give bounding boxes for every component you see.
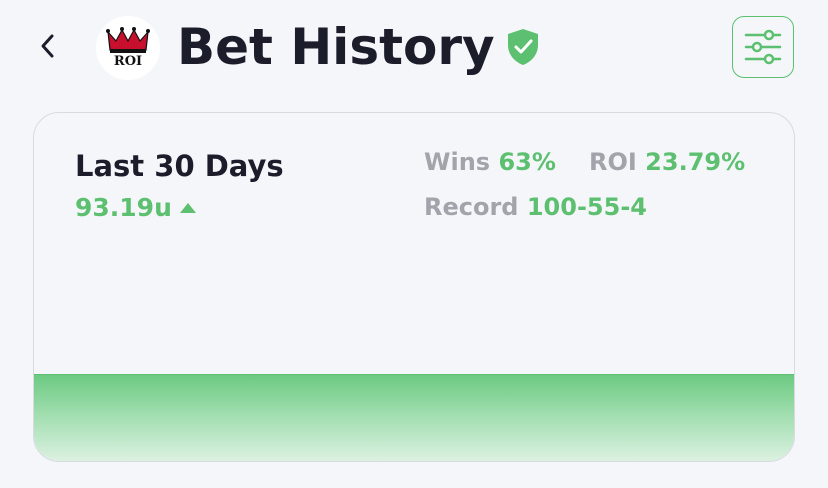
- roi-label: ROI: [589, 148, 637, 176]
- period-label: Last 30 Days: [75, 149, 284, 183]
- roi-stat: ROI 23.79%: [589, 148, 745, 176]
- wins-value: 63%: [498, 148, 556, 176]
- shield-check-icon: [504, 27, 542, 67]
- chevron-left-icon: [41, 34, 54, 58]
- svg-text:ROI: ROI: [114, 54, 142, 69]
- units-area-chart: [34, 374, 794, 461]
- wins-stat: Wins 63%: [424, 148, 556, 176]
- roi-value: 23.79%: [645, 148, 746, 176]
- wins-label: Wins: [424, 148, 491, 176]
- filter-button[interactable]: [732, 16, 794, 78]
- roi-logo: ROI: [96, 16, 160, 80]
- record-value: 100-55-4: [526, 193, 647, 221]
- trend-up-icon: [179, 202, 196, 213]
- summary-card: Last 30 Days 93.19u Wins 63% ROI 23.79% …: [33, 112, 795, 462]
- sliders-icon: [744, 29, 782, 65]
- units-value: 93.19u: [75, 193, 172, 222]
- units-row: 93.19u: [75, 193, 196, 222]
- page-title: Bet History: [177, 18, 495, 76]
- record-label: Record: [424, 193, 519, 221]
- back-button[interactable]: [30, 26, 66, 66]
- record-stat: Record 100-55-4: [424, 193, 647, 221]
